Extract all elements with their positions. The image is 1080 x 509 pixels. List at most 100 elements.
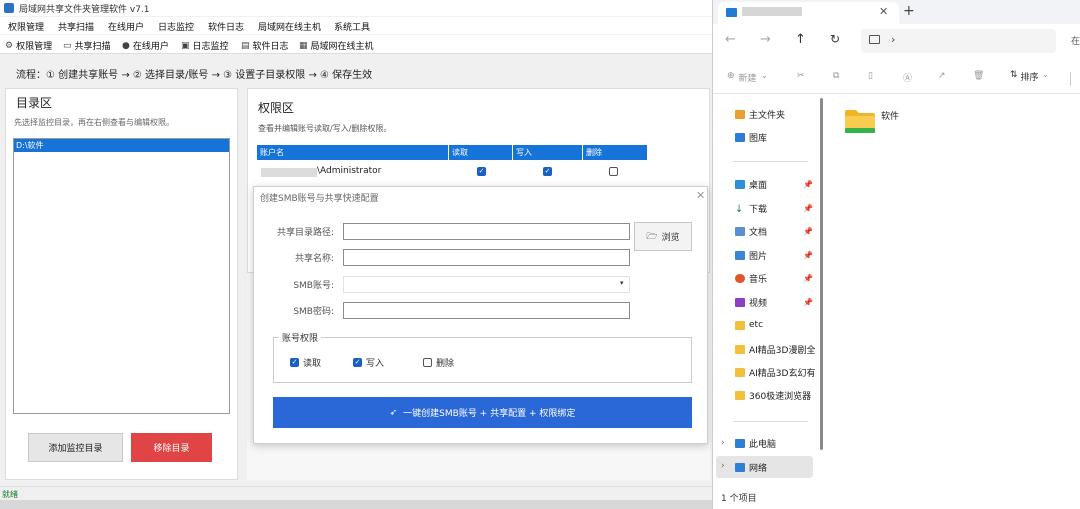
navigation-pane: 主文件夹 图库 桌面 📌 ↓ 下载 📌 文档 📌 图片 📌 音乐 📌 视频 📌 xyxy=(713,94,818,486)
option-delete[interactable]: 删除 xyxy=(423,356,454,369)
nav-label: 主文件夹 xyxy=(749,110,786,121)
option-write[interactable]: ✓ 写入 xyxy=(353,356,384,369)
up-icon[interactable]: ↑ xyxy=(795,32,806,47)
explorer-tab[interactable]: ✕ xyxy=(718,2,899,24)
delete-icon[interactable]: 🗑 xyxy=(973,71,984,81)
new-tab-icon[interactable]: + xyxy=(903,3,915,19)
read-checkbox[interactable]: ✓ xyxy=(290,358,299,367)
directory-title: 目录区 xyxy=(16,96,53,110)
delete-checkbox[interactable] xyxy=(609,167,618,176)
nav-item-home[interactable]: 主文件夹 xyxy=(735,104,815,124)
app-icon xyxy=(4,3,14,13)
chevron-right-icon: › xyxy=(891,33,896,46)
add-monitor-dir-button[interactable]: 添加监控目录 xyxy=(28,433,123,462)
remove-dir-button[interactable]: 移除目录 xyxy=(131,433,212,462)
menu-system-tools[interactable]: 系统工具 xyxy=(334,20,370,33)
menu-share-scan[interactable]: 共享扫描 xyxy=(58,20,94,33)
search-icon[interactable]: 在 xyxy=(1071,34,1080,47)
nav-item-this-pc[interactable]: 此电脑 xyxy=(735,433,815,453)
home-icon xyxy=(735,109,745,119)
nav-item-network[interactable]: 网络 xyxy=(735,457,815,477)
chevron-right-icon[interactable]: › xyxy=(721,461,725,471)
folder-name[interactable]: 软件 xyxy=(881,109,899,122)
folder-icon[interactable] xyxy=(844,108,876,134)
close-icon[interactable]: ✕ xyxy=(696,189,705,202)
nav-label: AI精品3D漫剧全 xyxy=(749,345,815,356)
toolbar-software-log[interactable]: ▤ 软件日志 xyxy=(241,39,289,53)
paste-icon[interactable]: ▯ xyxy=(868,71,873,81)
menu-software-log[interactable]: 软件日志 xyxy=(208,20,244,33)
copy-icon[interactable]: ⧉ xyxy=(833,71,839,81)
nav-item-folder-a[interactable]: AI精品3D漫剧全 xyxy=(735,339,815,359)
chevron-right-icon[interactable]: › xyxy=(721,438,725,448)
toolbar-permission[interactable]: ⚙ 权限管理 xyxy=(5,39,53,53)
file-icon: ▤ xyxy=(241,40,250,51)
divider xyxy=(733,161,808,162)
toolbar-label: 日志监控 xyxy=(192,42,229,52)
desktop-icon xyxy=(735,179,745,189)
account-permission-group: ✓ 读取 ✓ 写入 删除 xyxy=(273,337,692,383)
table-row[interactable]: \Administrator ✓ ✓ xyxy=(257,160,647,185)
redacted-tab-name xyxy=(742,7,802,16)
nav-item-gallery[interactable]: 图库 xyxy=(735,127,815,147)
header-delete: 删除 xyxy=(583,145,647,160)
directory-list[interactable]: D:\软件 xyxy=(13,138,230,414)
download-icon: ↓ xyxy=(735,203,744,215)
forward-icon[interactable]: → xyxy=(760,32,771,47)
navigation-row: ← → ↑ ↻ › 在 xyxy=(713,26,1080,56)
close-icon[interactable]: ✕ xyxy=(879,5,888,18)
menu-lan-hosts[interactable]: 局域网在线主机 xyxy=(258,20,321,33)
nav-item-folder-c[interactable]: 360极速浏览器 xyxy=(735,385,815,405)
toolbar-label: 权限管理 xyxy=(16,42,53,52)
menu-permission[interactable]: 权限管理 xyxy=(8,20,44,33)
write-checkbox[interactable]: ✓ xyxy=(543,167,552,176)
nav-scrollbar[interactable] xyxy=(820,98,823,450)
toolbar-online-users[interactable]: ● 在线用户 xyxy=(122,39,169,53)
folder-content: 软件 xyxy=(828,94,1080,486)
share-path-input[interactable] xyxy=(343,223,630,240)
option-label: 写入 xyxy=(366,359,385,369)
gear-icon: ⚙ xyxy=(5,40,14,51)
list-item[interactable]: D:\软件 xyxy=(14,139,229,152)
address-bar[interactable]: › xyxy=(861,29,1056,53)
delete-checkbox[interactable] xyxy=(423,358,432,367)
video-icon xyxy=(735,297,745,307)
toolbar-log-monitor[interactable]: ▣ 日志监控 xyxy=(181,39,229,53)
nav-label: 下载 xyxy=(749,204,768,215)
nav-label: 文档 xyxy=(749,227,768,238)
permission-table: 账户名 读取 写入 删除 \Administrator ✓ ✓ xyxy=(257,145,647,185)
pin-icon: 📌 xyxy=(803,227,813,236)
tab-bar: ✕ + xyxy=(713,0,1080,24)
folder-icon xyxy=(735,367,745,377)
share-icon[interactable]: ↗ xyxy=(938,71,946,81)
nav-label: 此电脑 xyxy=(749,439,777,450)
read-checkbox[interactable]: ✓ xyxy=(477,167,486,176)
sort-button[interactable]: ⇅ 排序 ⌄ xyxy=(1010,70,1049,83)
refresh-icon[interactable]: ↻ xyxy=(830,32,840,46)
nav-item-etc[interactable]: etc xyxy=(735,315,815,335)
nav-label: AI精品3D玄幻有 xyxy=(749,368,815,379)
share-name-input[interactable] xyxy=(343,249,630,266)
create-smb-button[interactable]: ➶ 一键创建SMB账号 + 共享配置 + 权限绑定 xyxy=(273,397,692,428)
dialog-title: 创建SMB账号与共享快速配置 xyxy=(260,194,379,204)
computer-icon: ▦ xyxy=(299,40,308,51)
nav-item-folder-b[interactable]: AI精品3D玄幻有 xyxy=(735,362,815,382)
smb-password-input[interactable] xyxy=(343,302,630,319)
option-read[interactable]: ✓ 读取 xyxy=(290,356,321,369)
new-button[interactable]: ⊕ 新建 ⌄ xyxy=(727,71,768,84)
smb-account-select[interactable]: ▾ xyxy=(343,276,630,293)
rename-icon[interactable]: Ⓐ xyxy=(903,71,912,84)
nav-label: 图片 xyxy=(749,251,768,262)
browse-button[interactable]: 🗁 浏览 xyxy=(634,222,692,251)
write-checkbox[interactable]: ✓ xyxy=(353,358,362,367)
cut-icon[interactable]: ✂ xyxy=(797,71,805,81)
folder-icon: ▭ xyxy=(63,40,72,51)
folder-icon xyxy=(735,344,745,354)
back-icon[interactable]: ← xyxy=(725,32,736,47)
toolbar-lan-hosts[interactable]: ▦ 局域网在线主机 xyxy=(299,39,374,53)
menu-log-monitor[interactable]: 日志监控 xyxy=(158,20,194,33)
nav-label: etc xyxy=(749,320,764,330)
toolbar-share-scan[interactable]: ▭ 共享扫描 xyxy=(63,39,111,53)
browse-label: 浏览 xyxy=(661,233,680,243)
menu-online-users[interactable]: 在线用户 xyxy=(108,20,144,33)
